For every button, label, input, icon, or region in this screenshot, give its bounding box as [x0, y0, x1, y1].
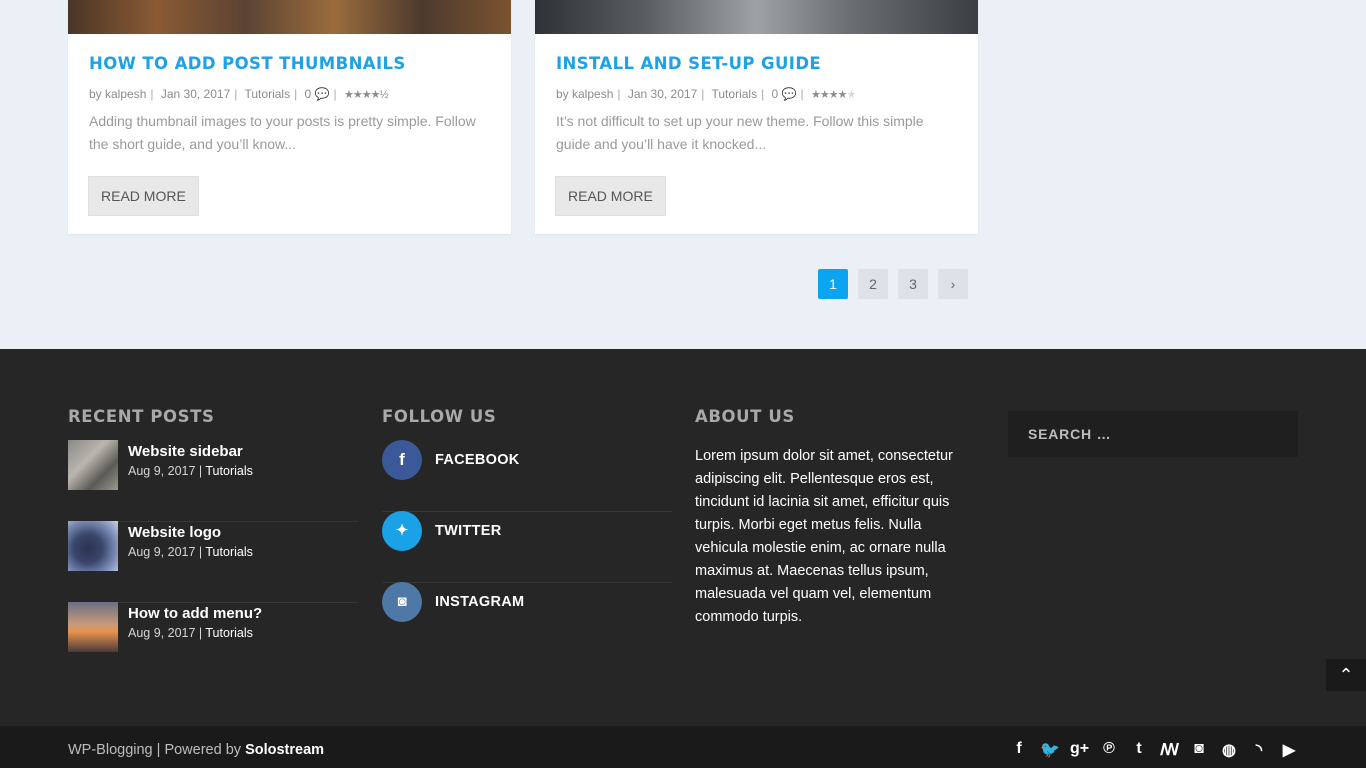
- instagram-icon[interactable]: ◙: [382, 582, 422, 622]
- page-3-button[interactable]: 3: [898, 269, 928, 299]
- post-category[interactable]: Tutorials: [245, 87, 291, 101]
- post-title[interactable]: HOW TO ADD POST THUMBNAILS: [89, 54, 406, 73]
- post-meta: by kalpesh | Jan 30, 2017 | Tutorials | 0 💬…: [556, 87, 856, 101]
- recent-post-category[interactable]: Tutorials: [205, 545, 252, 559]
- twitter-icon[interactable]: ✦: [382, 511, 422, 551]
- rating-stars: ★★★★★: [811, 89, 856, 101]
- footer-widgets: RECENT POSTS Website sidebar Aug 9, 2017…: [0, 349, 1366, 726]
- follow-label[interactable]: FACEBOOK: [435, 452, 520, 468]
- instagram-icon[interactable]: ◙: [1190, 740, 1208, 760]
- follow-label[interactable]: INSTAGRAM: [435, 594, 524, 610]
- facebook-icon[interactable]: f: [382, 440, 422, 480]
- dribbble-icon[interactable]: ◍: [1220, 740, 1238, 760]
- twitter-icon[interactable]: 🐦: [1040, 740, 1060, 760]
- youtube-icon[interactable]: ▶: [1280, 740, 1298, 760]
- recent-post-title[interactable]: How to add menu?: [128, 605, 262, 622]
- recent-post-thumbnail[interactable]: [68, 602, 118, 652]
- recent-post-date: Aug 9, 2017: [128, 545, 196, 559]
- post-comments[interactable]: 0: [305, 87, 312, 101]
- pinterest-icon[interactable]: ℗: [1100, 740, 1118, 760]
- pagination: 1 2 3 ›: [818, 269, 968, 299]
- recent-post-item[interactable]: How to add menu? Aug 9, 2017 | Tutorials: [68, 602, 358, 683]
- post-category[interactable]: Tutorials: [712, 87, 758, 101]
- comment-icon: 💬: [314, 87, 330, 101]
- follow-instagram[interactable]: ◙ INSTAGRAM: [382, 582, 672, 653]
- google-plus-icon[interactable]: g+: [1070, 740, 1089, 760]
- page-2-button[interactable]: 2: [858, 269, 888, 299]
- recent-posts-title: RECENT POSTS: [68, 407, 215, 426]
- recent-post-category[interactable]: Tutorials: [205, 464, 252, 478]
- powered-by-link[interactable]: Solostream: [245, 742, 324, 758]
- post-title[interactable]: INSTALL AND SET-UP GUIDE: [556, 54, 821, 73]
- about-us-title: ABOUT US: [695, 407, 795, 426]
- recent-post-item[interactable]: Website logo Aug 9, 2017 | Tutorials: [68, 521, 358, 603]
- next-page-button[interactable]: ›: [938, 269, 968, 299]
- recent-post-date: Aug 9, 2017: [128, 626, 196, 640]
- bottom-bar: WP-Blogging | Powered by Solostream f 🐦 …: [0, 726, 1366, 768]
- post-thumbnail[interactable]: [68, 0, 511, 34]
- follow-facebook[interactable]: f FACEBOOK: [382, 440, 672, 512]
- post-date: Jan 30, 2017: [627, 87, 698, 101]
- post-author[interactable]: by kalpesh: [556, 87, 613, 101]
- rss-icon[interactable]: ◝: [1250, 740, 1268, 760]
- recent-post-title[interactable]: Website sidebar: [128, 443, 243, 460]
- post-excerpt: Adding thumbnail images to your posts is…: [89, 113, 476, 152]
- post-author[interactable]: by kalpesh: [89, 87, 146, 101]
- follow-twitter[interactable]: ✦ TWITTER: [382, 511, 672, 583]
- post-comments[interactable]: 0: [772, 87, 779, 101]
- tumblr-icon[interactable]: t: [1130, 740, 1148, 760]
- facebook-icon[interactable]: f: [1010, 740, 1028, 760]
- chevron-up-icon: ⌃: [1338, 665, 1354, 685]
- recent-post-thumbnail[interactable]: [68, 440, 118, 490]
- follow-us-title: FOLLOW US: [382, 407, 497, 426]
- stumbleupon-icon[interactable]: ꟿ: [1160, 740, 1179, 760]
- recent-post-thumbnail[interactable]: [68, 521, 118, 571]
- recent-post-title[interactable]: Website logo: [128, 524, 221, 541]
- post-card: HOW TO ADD POST THUMBNAILS by kalpesh | J…: [68, 0, 511, 234]
- back-to-top-button[interactable]: ⌃: [1326, 659, 1366, 691]
- page-1-button[interactable]: 1: [818, 269, 848, 299]
- search-input[interactable]: SEARCH …: [1008, 411, 1298, 457]
- comment-icon: 💬: [781, 87, 797, 101]
- read-more-button[interactable]: READ MORE: [88, 176, 199, 216]
- recent-post-item[interactable]: Website sidebar Aug 9, 2017 | Tutorials: [68, 440, 358, 522]
- read-more-button[interactable]: READ MORE: [555, 176, 666, 216]
- post-meta: by kalpesh | Jan 30, 2017 | Tutorials | 0 💬…: [89, 87, 389, 101]
- blog-listing: HOW TO ADD POST THUMBNAILS by kalpesh | J…: [0, 0, 1366, 349]
- post-thumbnail[interactable]: [535, 0, 978, 34]
- recent-post-category[interactable]: Tutorials: [205, 626, 252, 640]
- follow-label[interactable]: TWITTER: [435, 523, 502, 539]
- about-us-text: Lorem ipsum dolor sit amet, consectetur …: [695, 448, 953, 625]
- rating-stars: ★★★★½: [344, 89, 389, 101]
- social-icons: f 🐦 g+ ℗ t ꟿ ◙ ◍ ◝ ▶: [1010, 740, 1298, 760]
- recent-post-date: Aug 9, 2017: [128, 464, 196, 478]
- site-name: WP-Blogging: [68, 742, 153, 758]
- post-card: INSTALL AND SET-UP GUIDE by kalpesh | Jan…: [535, 0, 978, 234]
- post-date: Jan 30, 2017: [160, 87, 231, 101]
- post-excerpt: It’s not difficult to set up your new th…: [556, 113, 924, 152]
- footer-credits: WP-Blogging | Powered by Solostream: [68, 742, 325, 758]
